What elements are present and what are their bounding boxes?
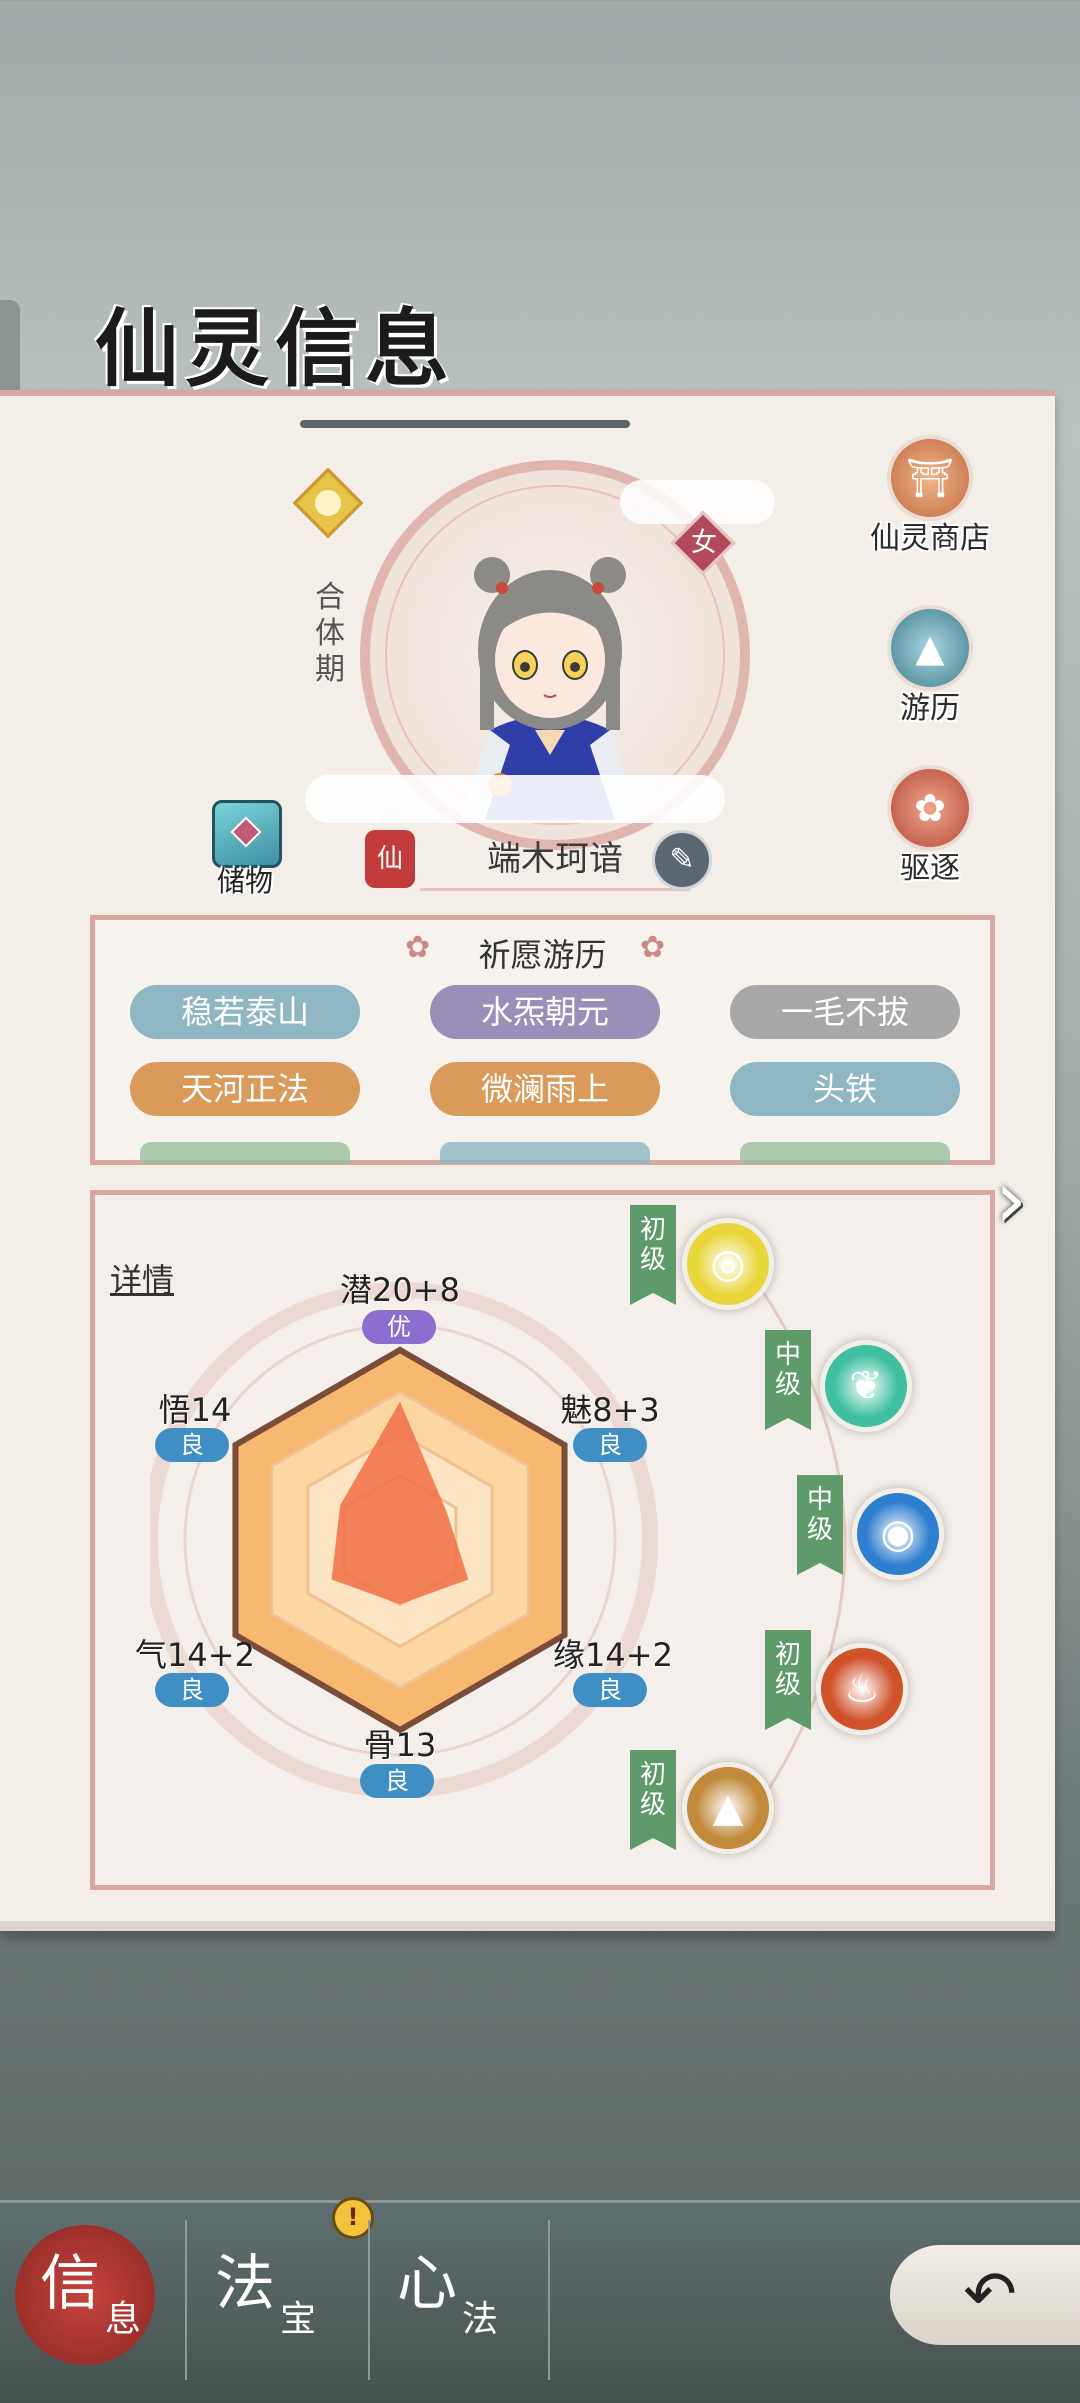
realm-text: 合体期 xyxy=(315,580,345,687)
mountain-peak-icon[interactable]: ▲ xyxy=(682,1762,774,1854)
page-title: 仙灵信息 xyxy=(95,299,456,398)
trait-tag[interactable]: 一毛不拔 xyxy=(730,985,960,1039)
mountain-icon: ▲ xyxy=(887,605,973,691)
traits-title: 祈愿游历 xyxy=(478,936,607,974)
travel-button[interactable]: ▲ 游历 xyxy=(865,605,995,735)
stat-bone-grade: 良 xyxy=(360,1764,434,1798)
metal-swirl-icon[interactable]: ◎ xyxy=(682,1218,774,1310)
stat-qi-grade: 良 xyxy=(155,1673,229,1707)
water-swirl-icon[interactable]: ◉ xyxy=(852,1488,944,1580)
gender-text: 女 xyxy=(690,528,717,558)
stat-potential-grade: 优 xyxy=(362,1310,436,1344)
tab-mind-sub: 法 xyxy=(462,2299,499,2340)
trait-tag[interactable]: 水炁朝元 xyxy=(430,985,660,1039)
flower-icon: ✿ xyxy=(640,930,666,965)
spirit-shop-label: 仙灵商店 xyxy=(870,521,990,556)
element-level-tag: 中级 xyxy=(797,1475,843,1575)
trait-tag-partial[interactable] xyxy=(440,1142,650,1164)
name-bar xyxy=(305,775,725,823)
stat-bone-label: 骨13 xyxy=(363,1726,437,1764)
back-arrow-icon: ↶ xyxy=(963,2258,1017,2332)
trait-tag[interactable]: 头铁 xyxy=(730,1062,960,1116)
trait-tag-partial[interactable] xyxy=(740,1142,950,1164)
tab-info-main: 信 xyxy=(40,2249,100,2319)
edit-name-button[interactable]: ✎ xyxy=(652,830,712,890)
trait-tag[interactable]: 稳若泰山 xyxy=(130,985,360,1039)
flame-icon[interactable]: ♨ xyxy=(816,1643,908,1735)
tab-info-sub: 息 xyxy=(105,2299,142,2340)
storage-button[interactable]: 储物 xyxy=(200,800,290,900)
chest-icon xyxy=(212,800,282,868)
expel-button[interactable]: ✿ 驱逐 xyxy=(865,765,995,895)
spirit-shop-button[interactable]: ⛩ 仙灵商店 xyxy=(865,435,995,565)
brush-icon: ✎ xyxy=(669,842,695,877)
trait-tag[interactable]: 微澜雨上 xyxy=(430,1062,660,1116)
nav-divider xyxy=(548,2220,550,2380)
tab-treasure-sub: 宝 xyxy=(280,2299,317,2340)
temple-icon: ⛩ xyxy=(887,435,973,521)
storage-label: 储物 xyxy=(216,865,273,898)
element-level-tag: 初级 xyxy=(630,1205,676,1305)
element-level-tag: 初级 xyxy=(765,1630,811,1730)
stat-qi-label: 气14+2 xyxy=(135,1636,255,1674)
expel-label: 驱逐 xyxy=(900,851,960,886)
tab-treasure[interactable]: 法 宝 xyxy=(180,2215,350,2385)
tab-mind-method[interactable]: 心 法 xyxy=(362,2215,532,2385)
character-name: 端木珂谙 xyxy=(420,830,690,891)
realm-badge-core xyxy=(315,490,341,516)
tab-treasure-main: 法 xyxy=(215,2249,275,2319)
element-level-tag: 中级 xyxy=(765,1330,811,1430)
stat-insight-grade: 良 xyxy=(155,1428,229,1462)
element-level-tag: 初级 xyxy=(630,1750,676,1850)
title-underline xyxy=(300,420,630,428)
lotus-icon: ✿ xyxy=(887,765,973,851)
stat-potential-label: 潜20+8 xyxy=(340,1271,460,1309)
leaf-icon[interactable]: ❦ xyxy=(820,1340,912,1432)
travel-label: 游历 xyxy=(900,691,960,726)
trait-tag[interactable]: 天河正法 xyxy=(130,1062,360,1116)
trait-tag-partial[interactable] xyxy=(140,1142,350,1164)
tab-mind-main: 心 xyxy=(397,2249,457,2319)
stat-insight-label: 悟14 xyxy=(158,1391,232,1429)
name-seal: 仙 xyxy=(365,830,415,888)
tab-info[interactable]: 信 息 xyxy=(5,2215,175,2385)
